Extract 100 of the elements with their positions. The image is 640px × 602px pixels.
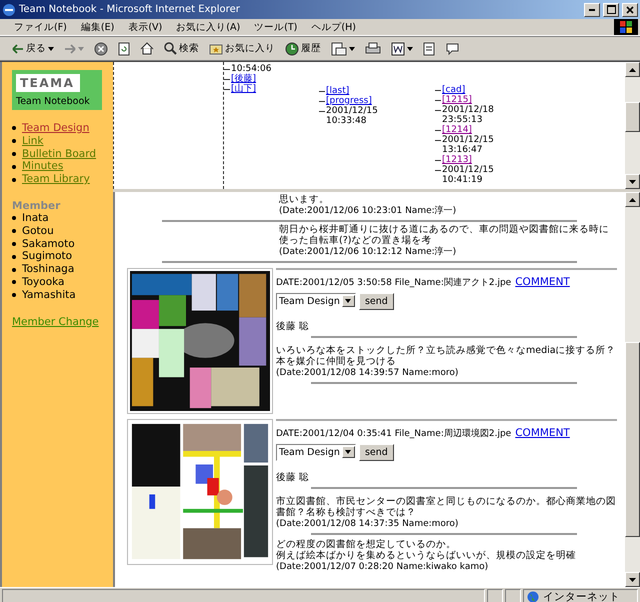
back-button[interactable]: 戻る	[10, 38, 56, 58]
bullet-icon	[12, 268, 16, 272]
post-date: DATE:2001/12/04 0:35:41 File_Name:周辺環境図2.jpe	[276, 428, 512, 440]
bullet-icon	[12, 152, 16, 156]
home-icon	[140, 42, 154, 55]
post-author: 後藤 聡	[276, 470, 310, 484]
menu-item[interactable]: 編集(E)	[80, 20, 114, 34]
team-dropdown[interactable]: Team Design	[276, 444, 356, 460]
scrollbar[interactable]	[625, 192, 640, 587]
comment-text: 市立図書館、市民センターの図書室と同じものになるのか。都心商業地の図書館？名称も検討すべきでは？	[276, 496, 617, 518]
forward-arrow-icon	[64, 44, 76, 54]
member-name: Gotou	[22, 224, 54, 238]
printer-icon	[365, 42, 381, 55]
caret-icon	[407, 46, 413, 50]
maximize-button[interactable]	[603, 2, 619, 16]
minimize-icon	[589, 8, 595, 10]
bullet-icon	[12, 254, 16, 259]
send-button[interactable]: send	[358, 444, 394, 460]
history-button[interactable]: 履歴	[283, 38, 323, 58]
down-arrow-icon	[629, 578, 636, 582]
menu-item[interactable]: ヘルプ(H)	[311, 20, 356, 34]
member-name: Inata	[22, 212, 49, 225]
member-name: Sugimoto	[22, 250, 72, 264]
tree-timestamp: 2001/12/18	[442, 105, 494, 115]
bullet-icon	[12, 229, 16, 234]
up-arrow-icon	[629, 198, 636, 202]
bullet-icon	[12, 139, 16, 144]
member-heading: Member	[12, 200, 62, 212]
tree-timestamp: 2001/12/15	[326, 106, 378, 116]
menu-item[interactable]: ツール(T)	[254, 20, 298, 34]
speech-bubble-icon	[445, 42, 460, 55]
tree-link[interactable]: [last]	[326, 86, 350, 96]
nav-link[interactable]: Team Design	[22, 122, 90, 135]
post-date: DATE:2001/12/05 3:50:58 File_Name:関連アクト2.jpe	[276, 276, 512, 288]
scroll-thumb[interactable]	[625, 102, 640, 132]
bullet-icon	[12, 242, 16, 246]
tree-link[interactable]: [後藤]	[231, 74, 256, 84]
ie-icon	[2, 2, 16, 16]
minimize-button[interactable]	[584, 2, 600, 16]
tree-link[interactable]: [1215]	[442, 95, 472, 105]
comment-link[interactable]: COMMENT	[515, 426, 570, 438]
comment-meta: (Date:2001/12/08 14:37:35 Name:moro)	[276, 518, 460, 530]
tree-link[interactable]: [1213]	[442, 155, 472, 165]
comment-text: いろいろな本をストックした所？立ち読み感覚で色々なmediaに接する所？本を媒介に仲間を見つける	[276, 344, 617, 368]
flag-icon	[620, 21, 632, 33]
member-name: Sakamoto	[22, 238, 75, 250]
logo-subtitle: Team Notebook	[16, 96, 91, 107]
document-w-icon	[391, 42, 405, 56]
tree-timestamp: 10:41:19	[442, 175, 482, 185]
comment-meta: (Date:2001/12/06 10:23:01 Name:淳一)	[279, 206, 458, 216]
scroll-down-button[interactable]	[625, 572, 640, 587]
bullet-icon	[12, 164, 16, 169]
caret-icon	[345, 299, 352, 303]
caret-icon	[48, 46, 54, 50]
search-button[interactable]: 検索	[162, 38, 201, 58]
up-arrow-icon	[629, 68, 636, 72]
status-panel	[487, 589, 503, 602]
member-name: Toshinaga	[22, 263, 74, 276]
bullet-icon	[12, 216, 16, 220]
logo-wordmark: TEAMA	[16, 74, 80, 92]
clock-globe-icon	[285, 42, 299, 56]
tree-timestamp: 23:55:13	[442, 115, 482, 125]
comment-meta: (Date:2001/12/07 0:28:20 Name:kiwako kamo)	[276, 562, 490, 572]
menu-item[interactable]: お気に入り(A)	[176, 20, 240, 34]
caret-icon	[78, 46, 84, 50]
scroll-down-button[interactable]	[625, 174, 640, 189]
refresh-icon	[118, 42, 130, 56]
bullet-icon	[12, 178, 16, 182]
page-icon	[423, 42, 435, 56]
comment-text: 思います。	[279, 194, 330, 206]
tree-timestamp: 10:54:06	[231, 64, 272, 74]
close-button[interactable]	[622, 2, 638, 16]
post-author: 後藤 聡	[276, 320, 310, 332]
bullet-icon	[12, 126, 16, 130]
send-button[interactable]: send	[358, 292, 394, 310]
back-arrow-icon	[12, 44, 24, 54]
bullet-icon	[12, 293, 16, 298]
scroll-thumb[interactable]	[625, 342, 640, 537]
close-icon	[626, 6, 634, 14]
tree-link[interactable]: [山下]	[231, 84, 256, 94]
team-dropdown[interactable]: Team Design	[276, 292, 356, 310]
caret-icon	[345, 450, 352, 454]
menu-item[interactable]: ファイル(F)	[14, 20, 67, 34]
tree-timestamp: 2001/12/15	[442, 135, 494, 145]
comment-text: 朝日から桜井町通りに抜ける道にあるので、車の問題や図書館に来る時に使った自転車(?)などの置き場を考	[279, 224, 610, 246]
search-icon	[164, 42, 177, 55]
tree-link[interactable]: [1214]	[442, 125, 472, 135]
scroll-up-button[interactable]	[625, 62, 640, 77]
comment-link[interactable]: COMMENT	[515, 276, 570, 288]
favorites-button[interactable]: お気に入り	[207, 38, 277, 58]
tree-link[interactable]: [progress]	[326, 96, 372, 106]
tree-link[interactable]: [cad]	[442, 85, 466, 95]
globe-icon	[527, 590, 539, 602]
scrollbar[interactable]	[625, 62, 640, 189]
scroll-up-button[interactable]	[625, 192, 640, 207]
menu-item[interactable]: 表示(V)	[128, 20, 162, 34]
comment-meta: (Date:2001/12/06 10:12:12 Name:淳一)	[279, 246, 458, 258]
window-title: Team Notebook - Microsoft Internet Explorer	[19, 4, 241, 15]
down-arrow-icon	[629, 180, 636, 184]
tree-timestamp: 2001/12/15	[442, 165, 494, 175]
